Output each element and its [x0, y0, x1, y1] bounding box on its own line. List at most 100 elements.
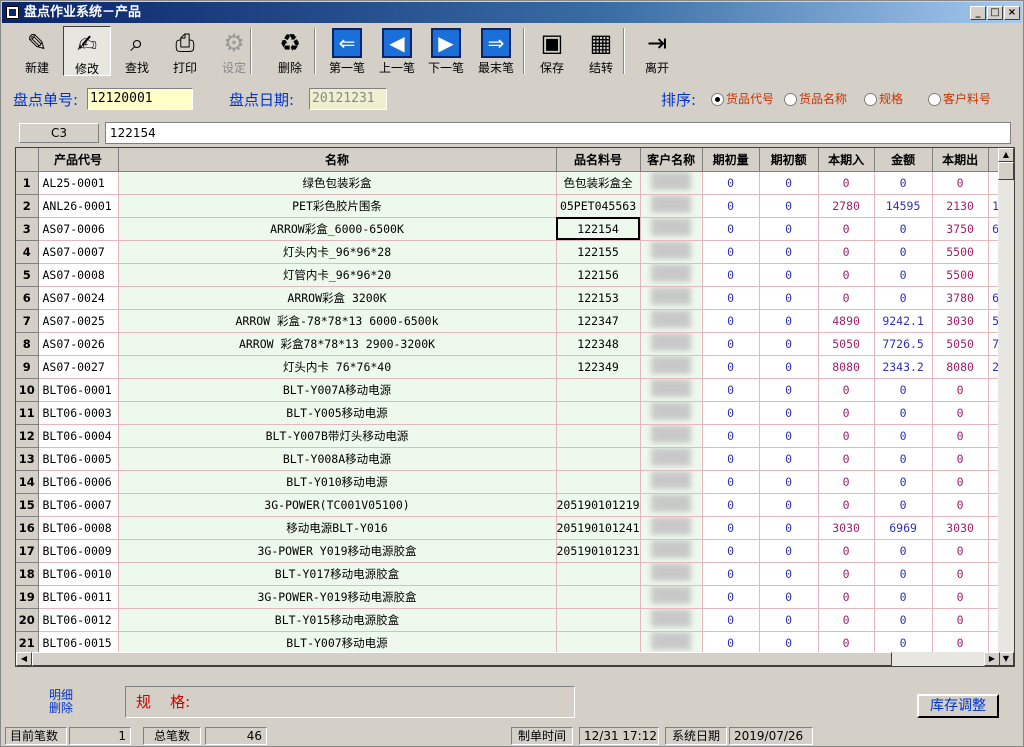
- grid-cell[interactable]: 0: [702, 562, 760, 586]
- grid-cell[interactable]: 205190101241: [556, 516, 641, 540]
- horizontal-scrollbar[interactable]: ◀ ▶: [16, 652, 1000, 666]
- grid-cell[interactable]: 0: [759, 309, 819, 333]
- grid-cell[interactable]: BLT-Y008A移动电源: [118, 447, 557, 471]
- grid-cell[interactable]: 0: [818, 171, 875, 195]
- grid-cell[interactable]: [640, 608, 703, 632]
- grid-cell[interactable]: 14595: [874, 194, 933, 218]
- grid-cell[interactable]: 0: [702, 631, 760, 655]
- grid-cell[interactable]: 9242.1: [874, 309, 933, 333]
- grid-cell[interactable]: [640, 562, 703, 586]
- grid-cell[interactable]: 0: [759, 286, 819, 310]
- grid-cell[interactable]: 0: [759, 240, 819, 264]
- grid-cell[interactable]: [640, 240, 703, 264]
- table-row[interactable]: 1 AL25-0001 绿色包装彩盒 色包装彩盒全 0 0 0 0 0: [16, 171, 1004, 195]
- column-header[interactable]: 品名料号: [556, 148, 641, 172]
- grid-cell[interactable]: 0: [702, 585, 760, 609]
- grid-cell[interactable]: 0: [932, 539, 989, 563]
- grid-corner[interactable]: [16, 148, 39, 172]
- grid-cell[interactable]: 0: [702, 378, 760, 402]
- grid-cell[interactable]: 122349: [556, 355, 641, 379]
- grid-cell[interactable]: 0: [818, 217, 875, 241]
- grid-cell[interactable]: 205190101219: [556, 493, 641, 517]
- last-record-button[interactable]: ⇒ 最末笔: [472, 26, 520, 76]
- grid-cell[interactable]: [556, 608, 641, 632]
- grid-cell[interactable]: 0: [759, 493, 819, 517]
- grid-cell[interactable]: [640, 194, 703, 218]
- grid-cell[interactable]: AS07-0024: [38, 286, 119, 310]
- grid-cell[interactable]: 0: [759, 447, 819, 471]
- grid-cell[interactable]: 0: [702, 332, 760, 356]
- grid-cell[interactable]: 0: [702, 539, 760, 563]
- grid-cell[interactable]: 0: [759, 355, 819, 379]
- grid-cell[interactable]: 122348: [556, 332, 641, 356]
- grid-cell[interactable]: 0: [702, 309, 760, 333]
- grid-cell[interactable]: [640, 447, 703, 471]
- grid-cell[interactable]: 0: [874, 240, 933, 264]
- table-row[interactable]: 8 AS07-0026 ARROW 彩盒78*78*13 2900-3200K 122…: [16, 332, 1004, 356]
- table-row[interactable]: 2 ANL26-0001 PET彩色胶片围条 05PET045563 0 0 2780 145…: [16, 194, 1004, 218]
- close-button[interactable]: ×: [1004, 6, 1020, 20]
- grid-cell[interactable]: [640, 401, 703, 425]
- scroll-left-icon[interactable]: ◀: [16, 652, 32, 666]
- cell-value-field[interactable]: 122154: [105, 122, 1011, 144]
- grid-cell[interactable]: 0: [818, 608, 875, 632]
- grid-cell[interactable]: 0: [932, 562, 989, 586]
- grid-cell[interactable]: 0: [759, 539, 819, 563]
- date-field[interactable]: 20121231: [309, 88, 387, 110]
- next-record-button[interactable]: ▶ 下一笔: [422, 26, 470, 76]
- grid-cell[interactable]: 0: [702, 470, 760, 494]
- grid-cell[interactable]: 05PET045563: [556, 194, 641, 218]
- grid-cell[interactable]: BLT06-0009: [38, 539, 119, 563]
- grid-cell[interactable]: 0: [759, 332, 819, 356]
- column-header[interactable]: 本期出: [932, 148, 989, 172]
- grid-cell[interactable]: 0: [818, 401, 875, 425]
- column-header[interactable]: 客户名称: [640, 148, 703, 172]
- table-row[interactable]: 18 BLT06-0010 BLT-Y017移动电源胶盒 0 0 0 0 0: [16, 562, 1004, 586]
- grid-cell[interactable]: BLT06-0008: [38, 516, 119, 540]
- grid-cell[interactable]: 3030: [932, 309, 989, 333]
- horizontal-scroll-thumb[interactable]: [32, 652, 892, 666]
- edit-button[interactable]: ✍ 修改: [63, 26, 111, 76]
- first-record-button[interactable]: ⇐ 第一笔: [323, 26, 371, 76]
- column-header[interactable]: 本期入: [818, 148, 875, 172]
- grid-cell[interactable]: 3G-POWER-Y019移动电源胶盒: [118, 585, 557, 609]
- grid-cell[interactable]: 2780: [818, 194, 875, 218]
- grid-cell[interactable]: 0: [818, 470, 875, 494]
- grid-cell[interactable]: BLT06-0001: [38, 378, 119, 402]
- grid-cell[interactable]: 0: [702, 286, 760, 310]
- grid-cell[interactable]: 0: [818, 240, 875, 264]
- table-row[interactable]: 7 AS07-0025 ARROW 彩盒-78*78*13 6000-6500k 12…: [16, 309, 1004, 333]
- scroll-up-icon[interactable]: ▲: [998, 148, 1014, 162]
- grid-cell[interactable]: [556, 378, 641, 402]
- grid-cell[interactable]: 0: [818, 562, 875, 586]
- grid-cell[interactable]: 0: [932, 447, 989, 471]
- table-row[interactable]: 5 AS07-0008 灯管内卡_96*96*20 122156 0 0 0 0 5500: [16, 263, 1004, 287]
- grid-cell[interactable]: 0: [702, 217, 760, 241]
- grid-cell[interactable]: 0: [818, 631, 875, 655]
- grid-cell[interactable]: 3G-POWER Y019移动电源胶盒: [118, 539, 557, 563]
- grid-cell[interactable]: 0: [818, 447, 875, 471]
- grid-cell[interactable]: [640, 263, 703, 287]
- grid-cell[interactable]: 0: [818, 263, 875, 287]
- column-header[interactable]: 产品代号: [38, 148, 119, 172]
- grid-cell[interactable]: BLT06-0007: [38, 493, 119, 517]
- grid-cell[interactable]: 0: [932, 493, 989, 517]
- grid-cell[interactable]: 0: [818, 424, 875, 448]
- grid-cell[interactable]: 0: [759, 631, 819, 655]
- grid-cell[interactable]: 绿色包装彩盒: [118, 171, 557, 195]
- grid-cell[interactable]: [640, 332, 703, 356]
- grid-cell[interactable]: 8080: [818, 355, 875, 379]
- grid-cell[interactable]: ANL26-0001: [38, 194, 119, 218]
- maximize-button[interactable]: □: [987, 6, 1003, 20]
- grid-cell[interactable]: [640, 493, 703, 517]
- grid-cell[interactable]: BLT06-0012: [38, 608, 119, 632]
- grid-cell[interactable]: 0: [874, 424, 933, 448]
- table-row[interactable]: 4 AS07-0007 灯头内卡_96*96*28 122155 0 0 0 0 5500: [16, 240, 1004, 264]
- column-header[interactable]: 名称: [118, 148, 557, 172]
- binoculars-button[interactable]: ⌕ 查找: [113, 26, 161, 76]
- grid-cell[interactable]: ARROW 彩盒-78*78*13 6000-6500k: [118, 309, 557, 333]
- grid-cell[interactable]: 0: [759, 217, 819, 241]
- grid-cell[interactable]: [640, 217, 703, 241]
- grid-cell[interactable]: AL25-0001: [38, 171, 119, 195]
- grid-cell[interactable]: 0: [759, 562, 819, 586]
